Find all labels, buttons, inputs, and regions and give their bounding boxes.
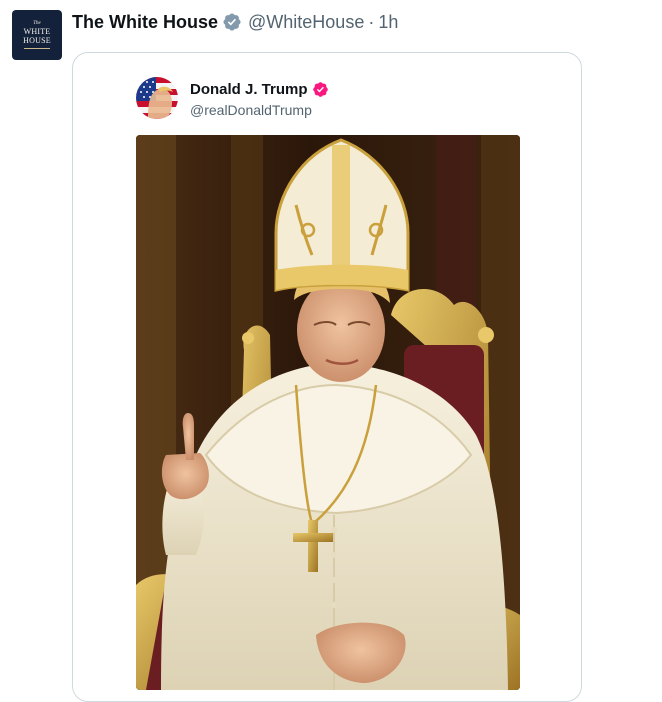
quoted-media-image[interactable] <box>136 135 520 690</box>
tweet-timestamp[interactable]: 1h <box>378 12 398 33</box>
gray-verified-badge-icon[interactable] <box>222 12 242 32</box>
avatar-logo-text-line3: HOUSE <box>23 36 51 45</box>
pink-verified-badge-icon[interactable] <box>312 81 329 98</box>
flag-portrait-avatar-icon <box>136 77 178 119</box>
avatar-logo-rule <box>24 48 50 49</box>
author-display-name[interactable]: The White House <box>72 12 218 33</box>
author-handle[interactable]: @WhiteHouse <box>248 12 364 33</box>
avatar-logo-text-line2: WHITE <box>23 27 51 36</box>
quoted-tweet-card[interactable]: Donald J. Trump @realDonaldTrump <box>72 52 582 702</box>
separator-dot: · <box>368 11 375 32</box>
tweet-header: The White House @WhiteHouse · 1h <box>72 10 398 34</box>
quoted-author-avatar[interactable] <box>136 77 178 119</box>
quoted-author-handle[interactable]: @realDonaldTrump <box>190 102 312 118</box>
avatar-logo-text-line1: The <box>33 21 41 26</box>
quoted-author-display-name[interactable]: Donald J. Trump <box>190 81 308 98</box>
white-house-avatar[interactable]: The WHITE HOUSE <box>12 10 62 60</box>
quoted-author-name-line: Donald J. Trump <box>190 81 329 98</box>
papal-portrait-illustration <box>136 135 520 690</box>
